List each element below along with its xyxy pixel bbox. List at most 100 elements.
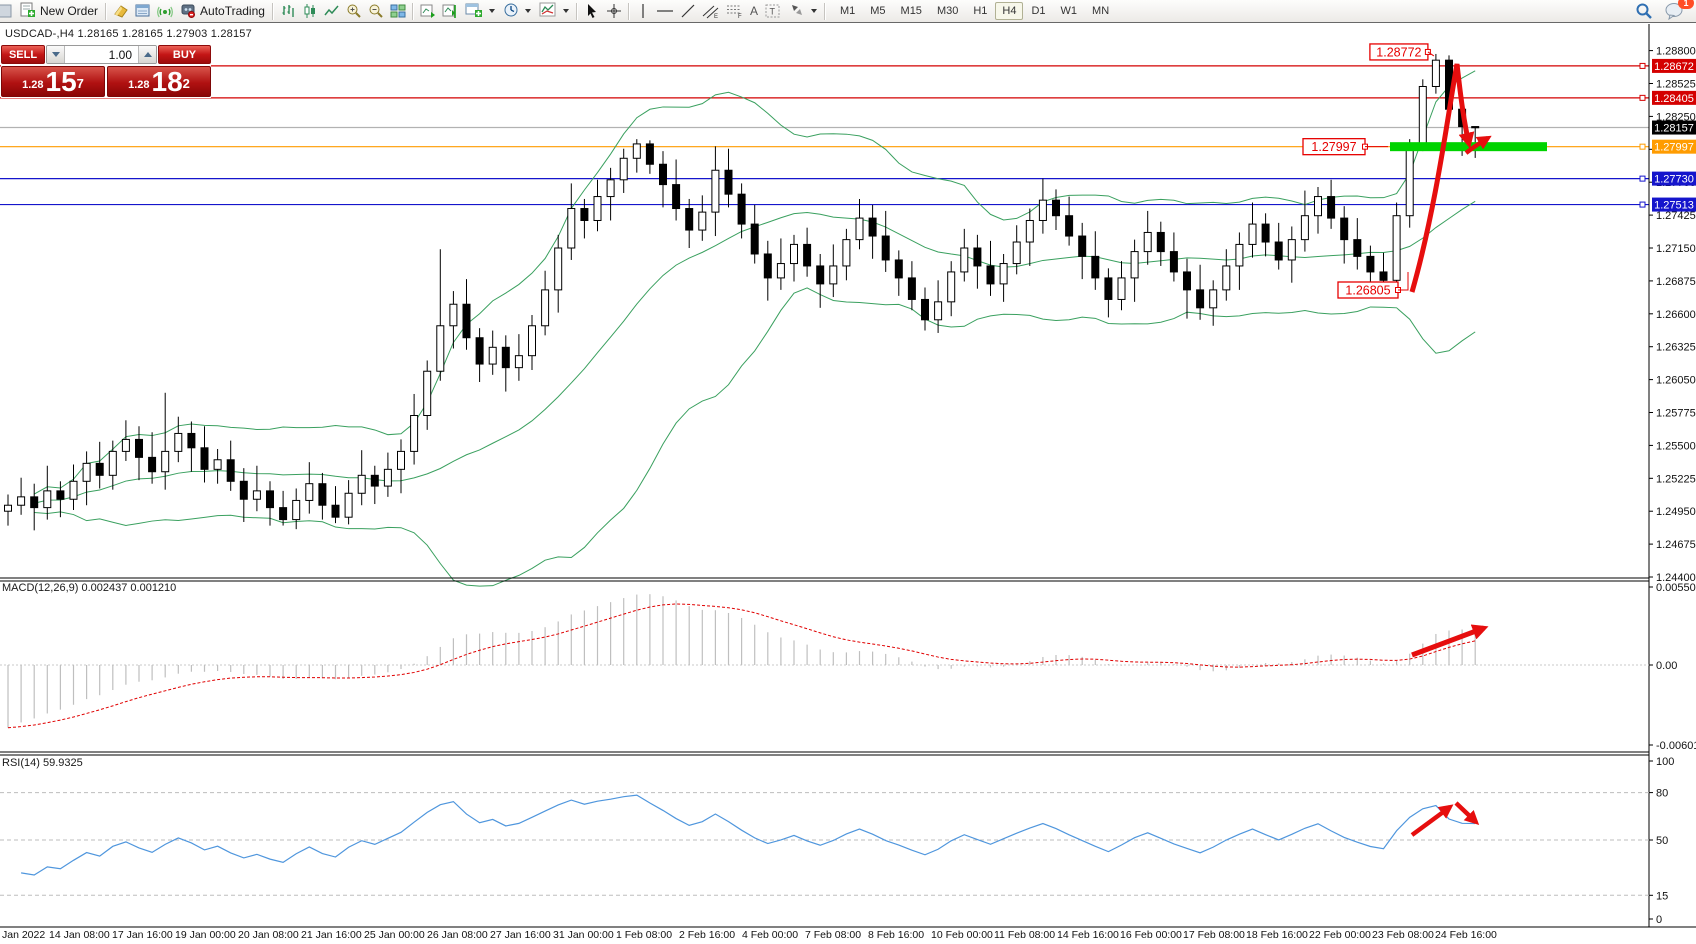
timeframe-h1[interactable]: H1 [966, 2, 994, 20]
timeframe-m5[interactable]: M5 [863, 2, 892, 20]
sell-button[interactable]: SELL [1, 45, 45, 64]
candle-body [1419, 86, 1426, 146]
auto-scroll-icon[interactable] [417, 1, 439, 21]
annotation-label[interactable]: 1.27997 [1303, 139, 1368, 155]
candle-body [201, 448, 208, 470]
notification-badge: 1 [1678, 0, 1694, 9]
crosshair-icon[interactable] [603, 1, 625, 21]
time-tick-label[interactable]: 21 Jan 16:00 [301, 929, 362, 941]
volume-increase-button[interactable] [138, 46, 156, 63]
search-icon[interactable] [1632, 1, 1656, 21]
time-tick-label[interactable]: 16 Feb 00:00 [1120, 929, 1182, 941]
fibonacci-tool-icon[interactable]: F [723, 1, 747, 21]
new-order-label: New Order [40, 4, 98, 18]
horizontal-line-tool-icon[interactable] [653, 1, 677, 21]
candle-body [1131, 252, 1138, 278]
rsi-arrow-up[interactable] [1412, 807, 1450, 835]
notifications-icon[interactable]: 1 [1662, 1, 1688, 21]
chart-shift-icon[interactable] [439, 1, 461, 21]
time-tick-label[interactable]: 20 Jan 08:00 [238, 929, 299, 941]
time-tick-label[interactable]: 18 Feb 16:00 [1246, 929, 1308, 941]
timeframe-w1[interactable]: W1 [1054, 2, 1085, 20]
timeframe-group: M1M5M15M30H1H4D1W1MN [833, 2, 1116, 20]
chevron-down-icon [525, 9, 531, 13]
timeframe-h4[interactable]: H4 [995, 2, 1023, 20]
vertical-line-tool-icon[interactable] [633, 1, 653, 21]
time-tick-label[interactable]: 14 Jan 08:00 [49, 929, 110, 941]
time-tick-label[interactable]: 17 Jan 16:00 [112, 929, 173, 941]
buy-button[interactable]: BUY [158, 45, 211, 64]
chevron-down-icon [489, 9, 495, 13]
timeframe-m30[interactable]: M30 [930, 2, 965, 20]
candle-body [240, 481, 247, 499]
new-order-button[interactable]: New Order [16, 1, 102, 21]
mt4-window: { "toolbar": { "new_order": "New Order",… [0, 0, 1696, 944]
candle-body [856, 218, 863, 240]
time-tick-label[interactable]: 22 Feb 00:00 [1309, 929, 1371, 941]
zoom-in-icon[interactable] [343, 1, 365, 21]
periods-button[interactable] [499, 1, 535, 21]
time-tick-label[interactable]: 31 Jan 00:00 [553, 929, 614, 941]
market-watch-icon[interactable] [132, 1, 154, 21]
history-center-icon[interactable] [110, 1, 132, 21]
zoom-out-icon[interactable] [365, 1, 387, 21]
new-chart-button[interactable] [461, 1, 499, 21]
svg-text:1.27997: 1.27997 [1654, 142, 1694, 154]
svg-text:1.27513: 1.27513 [1654, 200, 1694, 212]
candle-body [869, 218, 876, 236]
autotrading-button[interactable]: AutoTrading [176, 1, 269, 21]
time-tick-label[interactable]: 10 Feb 00:00 [931, 929, 993, 941]
volume-decrease-button[interactable] [47, 46, 65, 63]
bar-chart-mode-icon[interactable] [277, 1, 299, 21]
trendline-tool-icon[interactable] [677, 1, 699, 21]
time-tick-label[interactable]: 25 Jan 00:00 [364, 929, 425, 941]
one-click-trading-panel: SELL 1.00 BUY 1.28 15 7 1.28 18 2 [1, 45, 211, 98]
timeframe-d1[interactable]: D1 [1024, 2, 1052, 20]
sell-price-box[interactable]: 1.28 15 7 [1, 66, 105, 97]
svg-text:1.28772: 1.28772 [1376, 45, 1421, 59]
time-tick-label[interactable]: Jan 2022 [2, 929, 45, 941]
macd-histogram [8, 594, 1475, 728]
chevron-down-icon [563, 9, 569, 13]
volume-field[interactable]: 1.00 [65, 46, 138, 63]
candle-body [1328, 197, 1335, 219]
time-tick-label[interactable]: 2 Feb 16:00 [679, 929, 735, 941]
time-tick-label[interactable]: 11 Feb 08:00 [994, 929, 1055, 941]
rsi-axis-label: 15 [1656, 890, 1668, 902]
clock-icon [503, 2, 519, 21]
time-tick-label[interactable]: 4 Feb 00:00 [742, 929, 798, 941]
time-tick-label[interactable]: 17 Feb 08:00 [1183, 929, 1245, 941]
candle-body [122, 439, 129, 451]
line-chart-mode-icon[interactable] [321, 1, 343, 21]
time-tick-label[interactable]: 14 Feb 16:00 [1057, 929, 1119, 941]
timeframe-m1[interactable]: M1 [833, 2, 862, 20]
time-tick-label[interactable]: 1 Feb 08:00 [616, 929, 672, 941]
time-tick-label[interactable]: 24 Feb 16:00 [1435, 929, 1497, 941]
time-tick-label[interactable]: 26 Jan 08:00 [427, 929, 488, 941]
rsi-line [21, 795, 1475, 875]
timeframe-mn[interactable]: MN [1085, 2, 1116, 20]
cursor-icon[interactable] [581, 1, 603, 21]
channel-tool-icon[interactable]: E [699, 1, 723, 21]
signals-icon[interactable] [154, 1, 176, 21]
annotation-label[interactable]: 1.26805 [1338, 282, 1401, 298]
time-tick-label[interactable]: 23 Feb 08:00 [1372, 929, 1434, 941]
time-tick-label[interactable]: 8 Feb 16:00 [868, 929, 924, 941]
rsi-arrow-down[interactable] [1456, 803, 1476, 822]
candle-body [1301, 216, 1308, 240]
text-tool-icon[interactable]: A [747, 1, 761, 21]
annotation-label[interactable]: 1.28772 [1370, 44, 1431, 60]
arrows-tool-button[interactable] [785, 1, 821, 21]
timeframe-m15[interactable]: M15 [894, 2, 929, 20]
separator [105, 3, 107, 20]
label-tool-icon[interactable]: T [761, 1, 785, 21]
candlestick-mode-icon[interactable] [299, 1, 321, 21]
chart-surface[interactable]: 1.287721.279971.268051.244001.246751.249… [0, 0, 1696, 944]
time-tick-label[interactable]: 19 Jan 00:00 [175, 929, 236, 941]
buy-price-box[interactable]: 1.28 18 2 [107, 66, 211, 97]
time-tick-label[interactable]: 7 Feb 08:00 [805, 929, 861, 941]
tile-windows-icon[interactable] [387, 1, 409, 21]
candle-body [738, 194, 745, 224]
time-tick-label[interactable]: 27 Jan 16:00 [490, 929, 551, 941]
indicators-button[interactable] [535, 1, 573, 21]
